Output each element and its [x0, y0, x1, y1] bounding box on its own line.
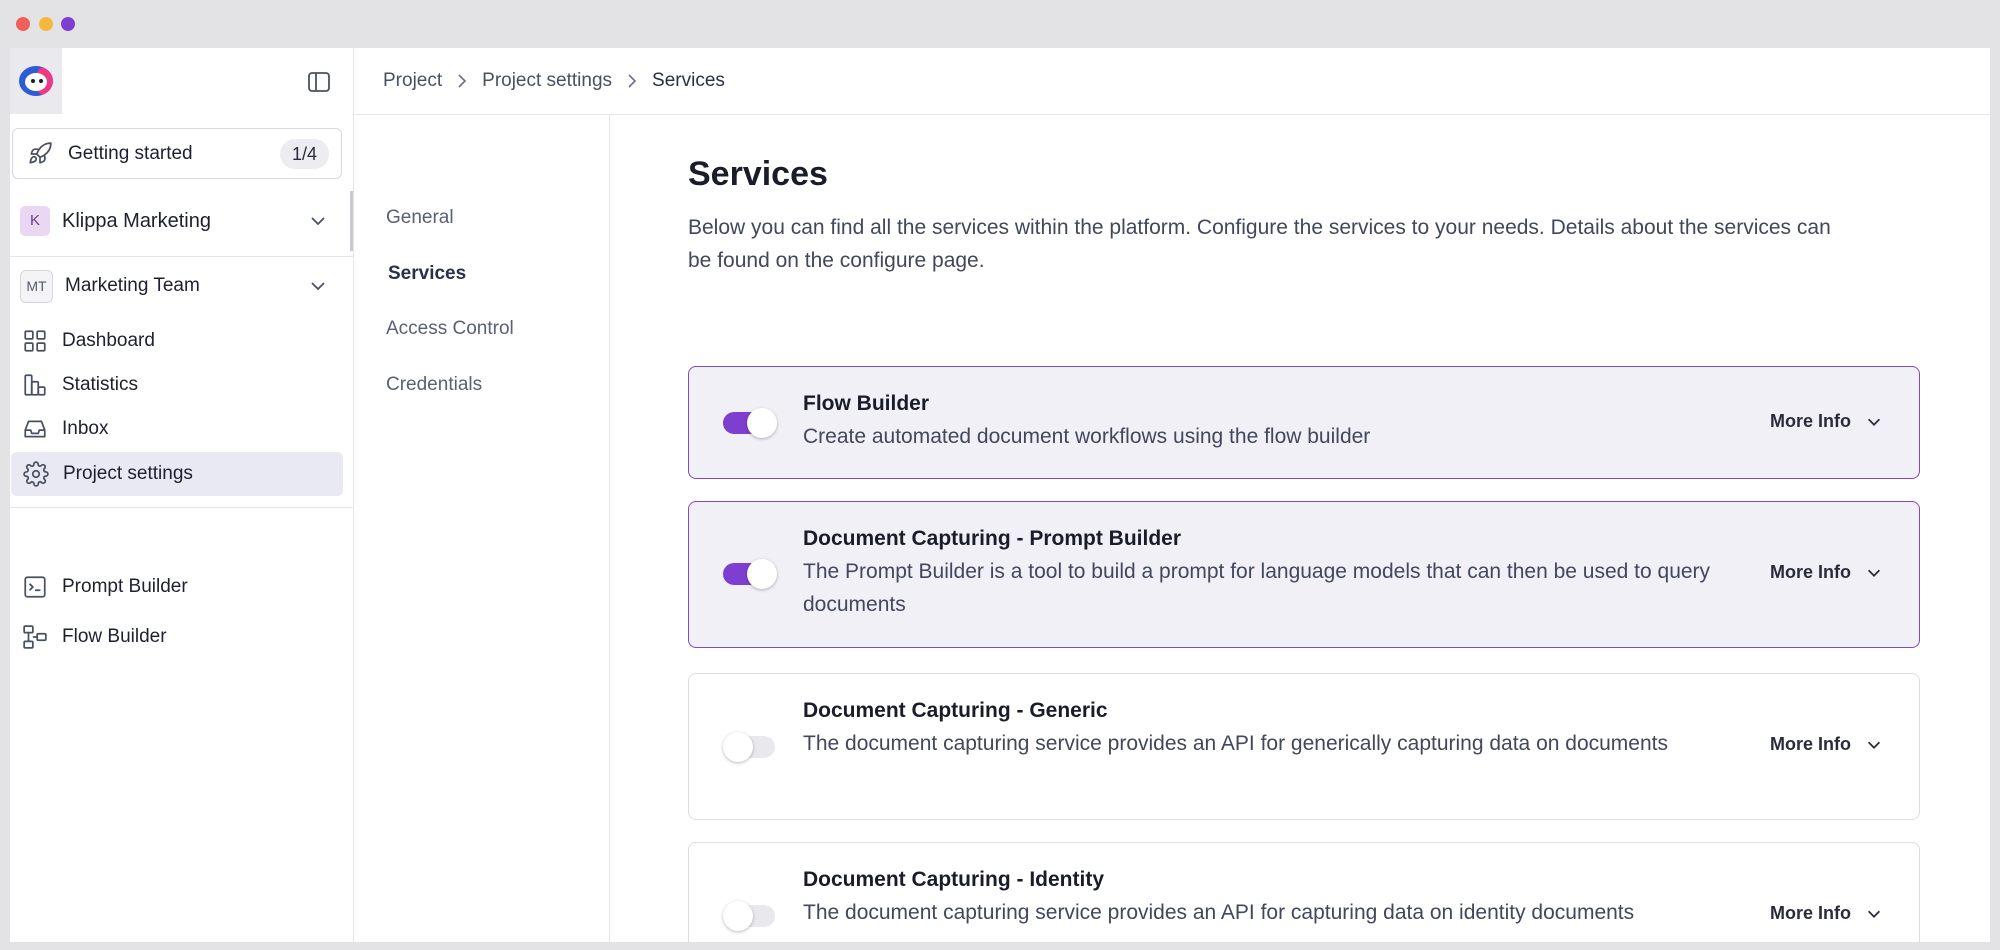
window-titlebar: [0, 0, 2000, 48]
app-logo[interactable]: [19, 66, 53, 96]
dashboard-icon: [22, 328, 48, 354]
chevron-down-icon: [1867, 910, 1881, 918]
more-info-label: More Info: [1770, 411, 1851, 431]
service-card-flow-builder: Flow Builder Create automated document w…: [688, 366, 1920, 479]
more-info-label: More Info: [1770, 903, 1851, 923]
organization-selector[interactable]: K Klippa Marketing: [10, 191, 353, 251]
inbox-icon: [22, 416, 48, 442]
service-title: Flow Builder: [803, 392, 929, 415]
divider: [10, 256, 353, 257]
team-selector[interactable]: MT Marketing Team: [10, 261, 353, 311]
sidebar-item-label: Dashboard: [62, 330, 155, 351]
service-toggle[interactable]: [723, 557, 777, 589]
getting-started-label: Getting started: [68, 142, 193, 164]
service-description: The document capturing service provides …: [803, 901, 1635, 924]
sidebar-item-flow-builder[interactable]: Flow Builder: [10, 615, 343, 659]
sidebar-item-label: Flow Builder: [62, 626, 167, 647]
more-info-button[interactable]: More Info: [1770, 562, 1883, 583]
sidebar-item-dashboard[interactable]: Dashboard: [10, 319, 343, 363]
chevron-down-icon: [1867, 741, 1881, 749]
organization-avatar: K: [20, 206, 50, 236]
page-title: Services: [688, 155, 828, 193]
subnav-general[interactable]: General: [386, 207, 454, 229]
sidebar-item-inbox[interactable]: Inbox: [10, 407, 343, 451]
service-title: Document Capturing - Generic: [803, 699, 1108, 722]
divider: [10, 507, 353, 508]
chevron-down-icon: [311, 217, 325, 226]
breadcrumb-project[interactable]: Project: [383, 70, 442, 92]
breadcrumb-project-settings[interactable]: Project settings: [482, 70, 612, 92]
subnav-credentials[interactable]: Credentials: [386, 374, 482, 396]
sidebar-item-label: Project settings: [63, 463, 193, 484]
statistics-icon: [22, 372, 48, 398]
sidebar-item-prompt-builder[interactable]: Prompt Builder: [10, 565, 343, 609]
service-title: Document Capturing - Identity: [803, 868, 1104, 891]
page-description: Below you can find all the services with…: [688, 216, 1831, 272]
subnav-access-control[interactable]: Access Control: [386, 318, 514, 340]
service-description: The document capturing service provides …: [803, 732, 1668, 755]
more-info-label: More Info: [1770, 734, 1851, 754]
flow-icon: [22, 624, 48, 650]
sidebar: Getting started 1/4 K Klippa Marketing M…: [10, 48, 354, 942]
chevron-right-icon: [628, 74, 637, 88]
sidebar-item-label: Inbox: [62, 418, 109, 439]
service-description: The Prompt Builder is a tool to build a …: [803, 560, 1711, 616]
breadcrumb: Project Project settings Services: [354, 48, 1990, 115]
sidebar-toggle-icon[interactable]: [307, 70, 331, 94]
logo-area: [10, 48, 62, 114]
sidebar-item-label: Statistics: [62, 374, 139, 395]
team-avatar: MT: [20, 269, 53, 303]
settings-subnav: General Services Access Control Credenti…: [354, 115, 610, 942]
service-title: Document Capturing - Prompt Builder: [803, 527, 1181, 550]
app-window: Getting started 1/4 K Klippa Marketing M…: [10, 48, 1990, 942]
service-toggle[interactable]: [723, 899, 777, 931]
minimize-window-button[interactable]: [39, 17, 53, 31]
rocket-icon: [27, 141, 53, 167]
more-info-label: More Info: [1770, 562, 1851, 582]
main-content: Services Below you can find all the serv…: [610, 115, 1990, 942]
sidebar-item-statistics[interactable]: Statistics: [10, 363, 343, 407]
service-card-identity: Document Capturing - Identity The docume…: [688, 842, 1920, 942]
service-toggle[interactable]: [723, 406, 777, 438]
chevron-right-icon: [458, 74, 467, 88]
terminal-icon: [22, 574, 48, 600]
maximize-window-button[interactable]: [61, 17, 75, 31]
service-card-generic: Document Capturing - Generic The documen…: [688, 673, 1920, 820]
progress-badge: 1/4: [279, 139, 329, 169]
organization-name: Klippa Marketing: [62, 209, 211, 232]
gear-icon: [23, 461, 49, 487]
team-name: Marketing Team: [65, 275, 200, 296]
more-info-button[interactable]: More Info: [1770, 903, 1883, 924]
more-info-button[interactable]: More Info: [1770, 734, 1883, 755]
chevron-down-icon: [311, 282, 325, 291]
service-card-prompt-builder: Document Capturing - Prompt Builder The …: [688, 501, 1920, 648]
chevron-down-icon: [1867, 418, 1881, 426]
breadcrumb-services: Services: [652, 70, 725, 91]
getting-started-button[interactable]: Getting started 1/4: [12, 128, 342, 179]
close-window-button[interactable]: [16, 17, 30, 31]
sidebar-item-label: Prompt Builder: [62, 576, 188, 597]
more-info-button[interactable]: More Info: [1770, 411, 1883, 432]
service-description: Create automated document workflows usin…: [803, 425, 1371, 448]
service-toggle[interactable]: [723, 730, 777, 762]
subnav-services[interactable]: Services: [388, 263, 466, 285]
sidebar-item-project-settings[interactable]: Project settings: [11, 452, 343, 496]
chevron-down-icon: [1867, 569, 1881, 577]
